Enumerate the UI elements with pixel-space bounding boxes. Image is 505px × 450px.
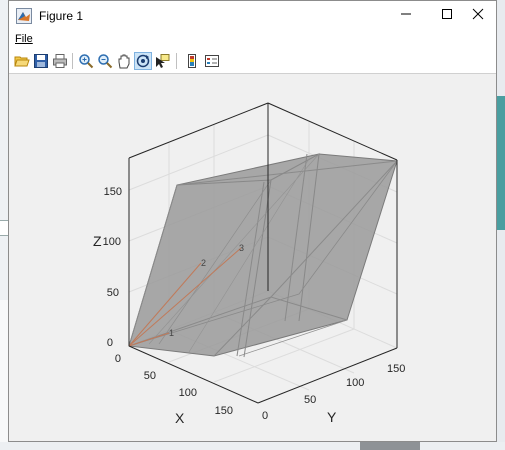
rotate-3d-button[interactable]: [134, 52, 152, 70]
colorbar-icon: [188, 54, 196, 68]
figure-canvas[interactable]: 1 2 3 0 50 100 150 0 50 100 150 0 50 100…: [9, 74, 498, 442]
pan-button[interactable]: [115, 52, 133, 70]
z-tick-labels: 0 50 100 150: [103, 186, 122, 349]
zoom-out-icon: [98, 54, 113, 69]
desktop-bottom-element: [360, 441, 420, 450]
toolbar-separator: [72, 53, 73, 69]
save-icon: [34, 54, 48, 68]
close-button[interactable]: [458, 1, 498, 31]
toolbar-separator: [176, 53, 177, 69]
pan-hand-icon: [118, 54, 130, 69]
colorbar-button[interactable]: [183, 52, 201, 70]
title-bar[interactable]: Figure 1: [9, 1, 496, 31]
x-axis-label: X: [175, 410, 185, 426]
point-label-3: 3: [239, 243, 244, 253]
point-label-1: 1: [169, 328, 174, 338]
y-tick-100: 100: [346, 377, 364, 389]
z-tick-100: 100: [103, 236, 121, 248]
y-tick-150: 150: [387, 363, 405, 375]
x-tick-150: 150: [215, 405, 233, 417]
x-tick-50: 50: [144, 370, 156, 382]
rotate-3d-icon: [136, 54, 150, 68]
x-tick-0: 0: [115, 353, 121, 365]
point-label-2: 2: [201, 258, 206, 268]
y-tick-50: 50: [304, 394, 316, 406]
figure-window: Figure 1 File 1 2 3 0 50 100 150 0 50 10…: [8, 0, 497, 442]
print-icon: [53, 54, 67, 68]
z-tick-150: 150: [104, 186, 122, 198]
legend-icon: [205, 55, 219, 67]
print-button[interactable]: [51, 52, 69, 70]
open-folder-icon: [14, 56, 30, 67]
y-axis-label: Y: [327, 409, 337, 425]
minimize-button[interactable]: [386, 1, 426, 31]
x-tick-100: 100: [179, 387, 197, 399]
figure-toolbar: [9, 49, 496, 74]
legend-button[interactable]: [203, 52, 221, 70]
axes-3d[interactable]: 1 2 3 0 50 100 150 0 50 100 150 0 50 100…: [9, 74, 498, 442]
zoom-out-button[interactable]: [96, 52, 114, 70]
z-tick-50: 50: [107, 287, 119, 299]
zoom-in-icon: [79, 54, 94, 69]
y-tick-0: 0: [262, 410, 268, 422]
desktop-left-strip: [0, 220, 8, 236]
save-button[interactable]: [32, 52, 50, 70]
maximize-icon: [441, 7, 453, 25]
data-cursor-button[interactable]: [153, 52, 171, 70]
z-tick-0: 0: [107, 337, 113, 349]
menu-bar: File: [9, 31, 496, 49]
zoom-in-button[interactable]: [77, 52, 95, 70]
close-icon: [472, 7, 484, 25]
desktop-bottom-edge: [0, 442, 505, 450]
menu-file[interactable]: File: [15, 33, 33, 45]
desktop-right-teal-panel: [497, 96, 505, 230]
minimize-icon: [400, 7, 412, 25]
data-cursor-icon: [156, 54, 170, 68]
z-axis-label: Z: [93, 233, 102, 249]
matlab-icon: [16, 8, 32, 24]
open-folder-button[interactable]: [13, 52, 31, 70]
x-tick-labels: 0 50 100 150: [115, 353, 233, 417]
window-title: Figure 1: [39, 9, 84, 23]
